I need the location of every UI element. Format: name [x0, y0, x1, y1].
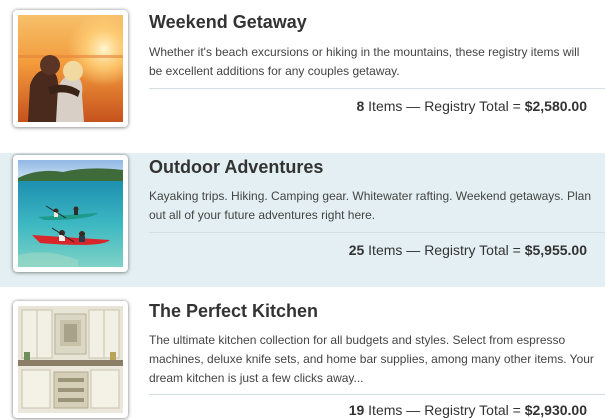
registry-total-label: Registry Total = — [424, 402, 521, 418]
registry-total-value: $5,955.00 — [524, 242, 587, 258]
items-label: Items — [368, 242, 403, 258]
registry-thumbnail[interactable] — [13, 301, 128, 418]
items-label: Items — [368, 98, 403, 114]
items-label: Items — [368, 402, 403, 418]
item-count: 19 — [348, 402, 365, 418]
separator-dash: — — [406, 242, 421, 258]
divider — [149, 394, 605, 395]
item-count: 8 — [356, 98, 365, 114]
registry-card-perfect-kitchen[interactable]: The Perfect Kitchen The ultimate kitchen… — [0, 296, 605, 420]
registry-title[interactable]: Weekend Getaway — [149, 12, 307, 33]
registry-total-value: $2,930.00 — [524, 402, 587, 418]
separator-dash: — — [406, 98, 421, 114]
registry-thumbnail[interactable] — [13, 10, 128, 127]
divider — [149, 88, 605, 89]
registry-summary: 19 Items — Registry Total = $2,930.00 — [349, 402, 587, 418]
item-count: 25 — [348, 242, 365, 258]
registry-title[interactable]: The Perfect Kitchen — [149, 301, 318, 322]
registry-title[interactable]: Outdoor Adventures — [149, 157, 323, 178]
registry-description: The ultimate kitchen collection for all … — [149, 333, 594, 385]
registry-total-label: Registry Total = — [424, 98, 521, 114]
kitchen-photo — [18, 306, 123, 413]
registry-card-outdoor-adventures[interactable]: Outdoor Adventures Kayaking trips. Hikin… — [0, 153, 605, 287]
registry-summary: 25 Items — Registry Total = $5,955.00 — [349, 242, 587, 258]
registry-description: Kayaking trips. Hiking. Camping gear. Wh… — [149, 189, 591, 222]
registry-total-label: Registry Total = — [424, 242, 521, 258]
couple-sunset-photo — [18, 15, 123, 122]
registry-summary: 8 Items — Registry Total = $2,580.00 — [356, 98, 587, 114]
registry-total-value: $2,580.00 — [524, 98, 587, 114]
separator-dash: — — [406, 402, 421, 418]
registry-description: Whether it's beach excursions or hiking … — [149, 45, 580, 78]
registry-card-weekend-getaway[interactable]: Weekend Getaway Whether it's beach excur… — [0, 0, 605, 144]
registry-thumbnail[interactable] — [13, 155, 128, 272]
kayaks-lake-photo — [18, 160, 123, 267]
divider — [149, 232, 605, 233]
registry-list: Weekend Getaway Whether it's beach excur… — [0, 0, 605, 420]
